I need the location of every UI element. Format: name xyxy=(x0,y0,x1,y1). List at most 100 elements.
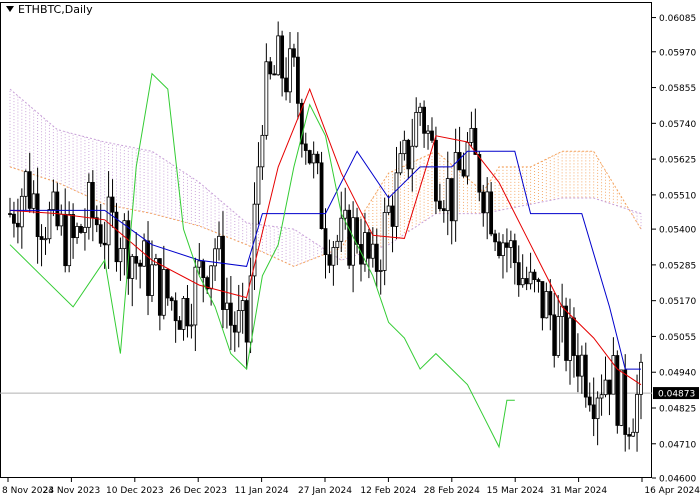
candle-body xyxy=(110,196,115,213)
candle-body xyxy=(615,355,620,426)
candle-body xyxy=(71,214,75,239)
candle-body xyxy=(347,209,352,266)
y-tick-label: 0.05740 xyxy=(659,120,696,130)
candle-body xyxy=(236,310,241,333)
candle-body xyxy=(378,270,383,272)
candle-body xyxy=(134,256,139,264)
candle-body xyxy=(607,379,612,395)
candle-body xyxy=(339,217,344,242)
candle-body xyxy=(319,162,324,230)
candle-body xyxy=(520,278,525,286)
candle-body xyxy=(366,232,371,259)
candle-body xyxy=(327,254,332,266)
candle-body xyxy=(260,134,265,168)
candle-body xyxy=(157,258,162,316)
candle-body xyxy=(497,241,501,257)
candle-body xyxy=(256,166,261,205)
chart-title: ETHBTC,Daily xyxy=(6,3,93,16)
candle-body xyxy=(303,143,308,151)
candle-body xyxy=(564,305,568,361)
candle-body xyxy=(173,300,178,322)
candle-body xyxy=(386,205,391,213)
candle-body xyxy=(603,379,608,396)
candle-body xyxy=(576,355,580,377)
candle-body xyxy=(556,316,561,356)
candle-body xyxy=(583,354,588,398)
candle-body xyxy=(55,191,60,227)
y-tick-label: 0.05625 xyxy=(659,156,696,166)
candle-body xyxy=(489,191,494,235)
candle-body xyxy=(15,222,20,228)
candle-body xyxy=(213,248,217,267)
candle-body xyxy=(165,269,170,299)
chart-window: 0.06085 0.05970 0.05855 0.05740 0.05625 0.055… xyxy=(0,0,700,500)
y-tick-label: 0.05285 xyxy=(659,261,696,271)
candle-body xyxy=(434,139,438,202)
candle-body xyxy=(102,242,107,246)
candle-body xyxy=(402,139,407,155)
candle-body xyxy=(221,235,225,310)
candle-body xyxy=(619,369,624,426)
candle-body xyxy=(240,300,245,311)
candle-body xyxy=(193,266,198,326)
candle-body xyxy=(481,191,486,214)
candle-body xyxy=(516,262,521,286)
y-tick-label: 0.05055 xyxy=(659,333,696,343)
candle-body xyxy=(568,317,572,361)
ichimoku-chart[interactable]: 0.06085 0.05970 0.05855 0.05740 0.05625 0.055… xyxy=(0,0,700,500)
candle-body xyxy=(27,171,32,209)
candle-body xyxy=(579,354,584,377)
candle-body xyxy=(284,77,288,93)
y-tick-label: 0.05400 xyxy=(659,226,696,236)
candle-body xyxy=(138,262,143,267)
x-tick-label: 24 Nov 2023 xyxy=(43,486,101,496)
candle-body xyxy=(209,265,214,290)
candle-body xyxy=(217,235,221,250)
candle-body xyxy=(418,106,423,113)
candle-body xyxy=(540,281,545,319)
candle-body xyxy=(591,404,596,420)
candle-body xyxy=(189,324,194,327)
candle-body xyxy=(394,172,399,227)
candle-body xyxy=(599,394,604,399)
candle-body xyxy=(572,317,576,356)
candle-body xyxy=(469,127,474,143)
candle-body xyxy=(90,182,95,219)
candle-body xyxy=(67,214,72,267)
candle-body xyxy=(86,182,91,228)
candle-body xyxy=(118,248,123,263)
candle-body xyxy=(552,314,557,356)
candle-body xyxy=(225,302,229,310)
candle-body xyxy=(43,238,48,241)
candle-body xyxy=(382,212,387,271)
candle-body xyxy=(181,298,186,330)
candle-body xyxy=(201,260,206,279)
y-tick-label: 0.05510 xyxy=(659,191,696,201)
candle-body xyxy=(493,233,497,243)
candle-body xyxy=(264,61,269,136)
candle-body xyxy=(335,240,340,248)
y-tick-label: 0.04710 xyxy=(659,440,696,450)
y-tick-label: 0.06085 xyxy=(659,14,696,24)
x-tick-label: 11 Jan 2024 xyxy=(235,486,289,496)
candle-body xyxy=(51,191,56,210)
candle-body xyxy=(197,260,202,268)
candle-body xyxy=(12,213,16,224)
candle-body xyxy=(355,217,359,245)
candle-body xyxy=(437,200,442,210)
candle-body xyxy=(79,226,83,233)
candle-body xyxy=(169,297,174,302)
dropdown-arrow-icon[interactable] xyxy=(6,6,14,12)
candle-body xyxy=(390,205,395,227)
candle-body xyxy=(288,48,292,93)
candle-body xyxy=(47,209,52,240)
y-tick-label: 0.05855 xyxy=(659,84,696,94)
candle-body xyxy=(276,35,281,76)
candle-body xyxy=(532,271,537,281)
x-tick-label: 26 Dec 2023 xyxy=(169,486,227,496)
candle-body xyxy=(307,150,312,164)
candle-body xyxy=(323,228,328,256)
candle-body xyxy=(524,278,529,285)
y-tick-label: 0.04940 xyxy=(659,369,696,379)
candle-body xyxy=(23,171,28,197)
